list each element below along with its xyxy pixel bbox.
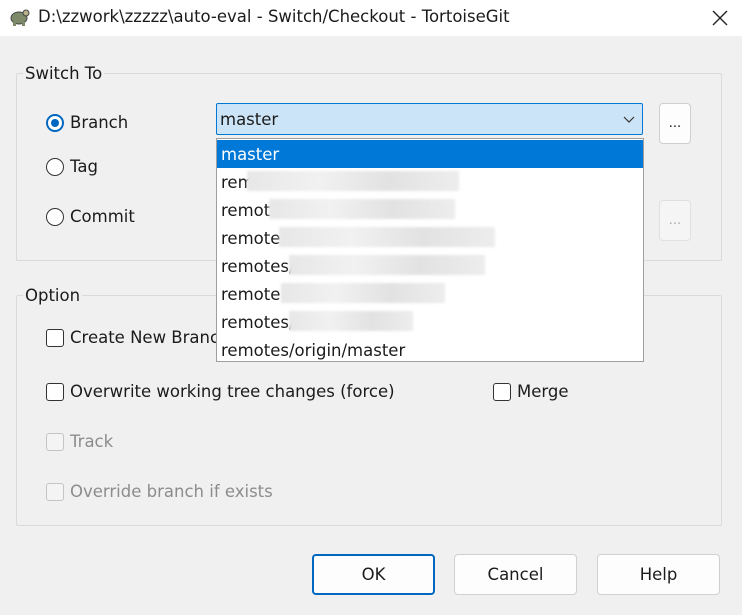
title-bar: D:\zzwork\zzzzz\auto-eval - Switch/Check… [0, 0, 742, 36]
overwrite-label: Overwrite working tree changes (force) [70, 382, 395, 401]
checkbox[interactable] [46, 328, 64, 347]
close-icon [712, 10, 728, 26]
branch-browse-button[interactable]: ... [659, 103, 691, 144]
override-label: Override branch if exists [70, 482, 273, 501]
redaction-blur [279, 227, 495, 247]
create-new-branch-checkbox[interactable]: Create New Branch [46, 328, 230, 347]
branch-select[interactable]: master [216, 103, 643, 135]
tag-label: Tag [70, 157, 98, 176]
commit-label: Commit [70, 207, 135, 226]
branch-dropdown-list[interactable]: master rem remot remote remotes/ remote … [216, 138, 644, 362]
override-branch-checkbox: Override branch if exists [46, 482, 273, 501]
commit-browse-button[interactable]: ... [659, 200, 691, 241]
checkbox [46, 432, 64, 451]
dropdown-item[interactable]: remotes/origin/master [217, 336, 643, 364]
track-checkbox: Track [46, 432, 113, 451]
merge-checkbox[interactable]: Merge [493, 382, 569, 401]
checkbox[interactable] [493, 382, 511, 401]
tag-radio[interactable]: Tag [46, 157, 98, 176]
window-title: D:\zzwork\zzzzz\auto-eval - Switch/Check… [38, 7, 510, 26]
radio-button[interactable] [46, 207, 64, 226]
redaction-blur [289, 311, 413, 331]
close-button[interactable] [698, 0, 742, 36]
commit-radio[interactable]: Commit [46, 207, 135, 226]
merge-label: Merge [517, 382, 569, 401]
cancel-button[interactable]: Cancel [454, 554, 577, 595]
radio-button-checked[interactable] [46, 113, 64, 132]
redaction-blur [269, 199, 455, 219]
branch-select-value: master [220, 109, 279, 129]
ok-button[interactable]: OK [312, 554, 435, 595]
chevron-down-icon[interactable] [622, 112, 636, 126]
create-new-branch-label: Create New Branch [70, 328, 230, 347]
track-label: Track [70, 432, 114, 451]
checkbox [46, 482, 64, 501]
radio-button[interactable] [46, 157, 64, 176]
help-button[interactable]: Help [597, 554, 720, 595]
option-legend: Option [23, 286, 83, 305]
dropdown-item[interactable]: remotes/ [217, 308, 643, 336]
tortoise-icon [8, 7, 30, 27]
branch-label: Branch [70, 113, 129, 132]
dropdown-item[interactable]: master [217, 140, 643, 168]
branch-radio[interactable]: Branch [46, 113, 128, 132]
redaction-blur [289, 255, 485, 275]
redaction-blur [281, 283, 445, 303]
switch-to-legend: Switch To [23, 64, 105, 83]
overwrite-checkbox[interactable]: Overwrite working tree changes (force) [46, 382, 395, 401]
checkbox[interactable] [46, 382, 64, 401]
redaction-blur [247, 171, 459, 191]
